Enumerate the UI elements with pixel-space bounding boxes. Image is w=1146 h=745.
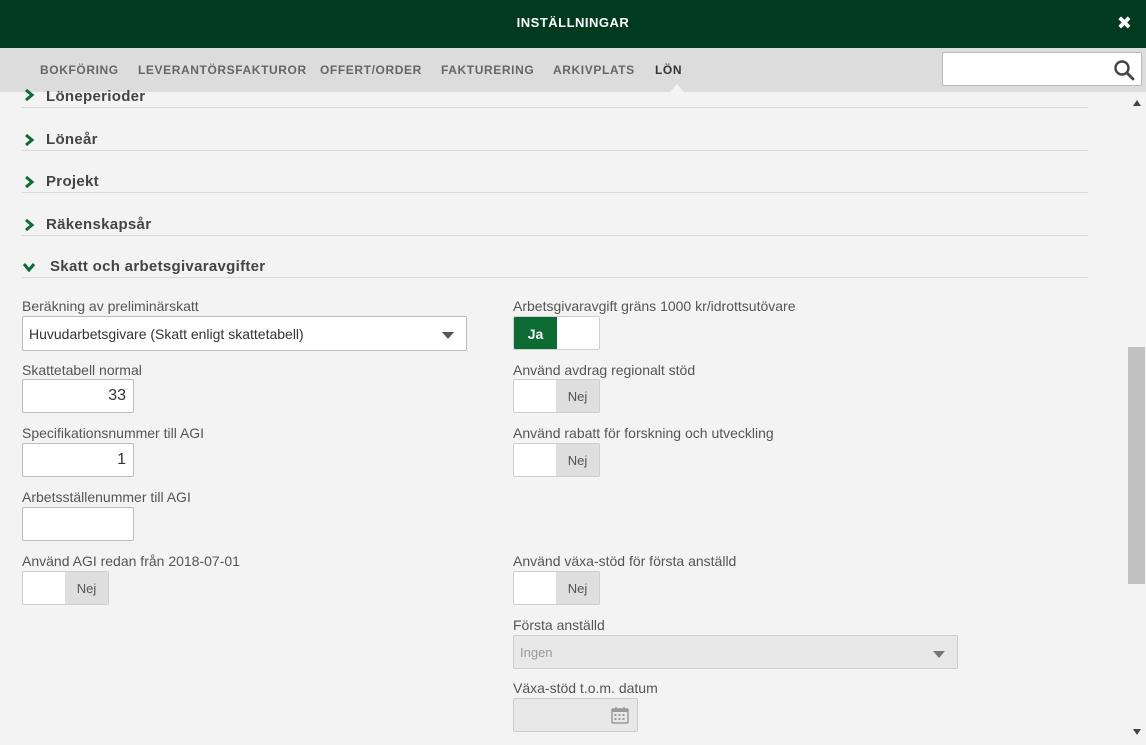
section-projekt[interactable]: Projekt <box>22 173 1088 193</box>
search-box <box>942 52 1142 86</box>
section-skatt-och-arbetsgivaravgifter[interactable]: Skatt och arbetsgivaravgifter <box>22 258 1088 278</box>
toggle-state: Ja <box>527 326 544 342</box>
vaxa-support-label: Använd växa-stöd för första anställd <box>513 553 737 569</box>
workplace-number-label: Arbetsställenummer till AGI <box>22 489 191 505</box>
tab-leverantorsfakturor[interactable]: LEVERANTÖRSFAKTUROR <box>138 63 307 77</box>
chevron-right-icon <box>25 175 35 189</box>
title-bar: INSTÄLLNINGAR ✖ <box>0 0 1146 48</box>
spec-number-input[interactable] <box>23 444 133 476</box>
chevron-right-icon <box>25 88 35 102</box>
vertical-scrollbar[interactable] <box>1127 92 1146 745</box>
dropdown-arrow-icon <box>442 332 454 339</box>
vaxa-until-date-input <box>513 698 638 732</box>
section-loneperioder[interactable]: Löneperioder <box>22 88 1088 108</box>
research-discount-toggle[interactable]: Nej <box>513 443 600 477</box>
tab-arkivplats[interactable]: ARKIVPLATS <box>553 63 635 77</box>
tax-table-label: Skattetabell normal <box>22 362 142 378</box>
scroll-up-arrow-icon[interactable] <box>1133 100 1141 106</box>
scrollbar-thumb[interactable] <box>1128 347 1145 584</box>
vaxa-support-toggle[interactable]: Nej <box>513 571 600 605</box>
toggle-state: Nej <box>76 581 97 596</box>
prelim-tax-value: Huvudarbetsgivare (Skatt enligt skatteta… <box>29 326 304 342</box>
vaxa-until-label: Växa-stöd t.o.m. datum <box>513 680 658 696</box>
agi-from-label: Använd AGI redan från 2018-07-01 <box>22 553 240 569</box>
toggle-state: Nej <box>567 389 588 404</box>
chevron-right-icon <box>25 218 35 232</box>
scroll-down-arrow-icon[interactable] <box>1133 729 1141 735</box>
dropdown-arrow-icon <box>933 651 945 658</box>
employer-fee-limit-toggle[interactable]: Ja <box>513 316 600 350</box>
chevron-right-icon <box>25 133 35 147</box>
section-label: Löneperioder <box>46 88 146 105</box>
prelim-tax-select[interactable]: Huvudarbetsgivare (Skatt enligt skatteta… <box>22 316 467 351</box>
search-icon[interactable] <box>1113 59 1135 81</box>
spec-number-label: Specifikationsnummer till AGI <box>22 425 205 441</box>
employer-fee-limit-label: Arbetsgivaravgift gräns 1000 kr/idrottsu… <box>513 298 796 314</box>
section-rakenskapsar[interactable]: Räkenskapsår <box>22 216 1088 236</box>
section-lonear[interactable]: Löneår <box>22 131 1088 151</box>
search-input[interactable] <box>943 53 1103 85</box>
research-discount-label: Använd rabatt för forskning och utveckli… <box>513 425 774 441</box>
first-employee-select: Ingen <box>513 635 958 669</box>
calendar-icon <box>611 707 629 724</box>
close-icon[interactable]: ✖ <box>1117 13 1132 34</box>
tax-table-input[interactable] <box>23 380 133 412</box>
agi-from-toggle[interactable]: Nej <box>22 571 109 605</box>
toggle-state: Nej <box>567 453 588 468</box>
workplace-number-field <box>22 507 134 541</box>
chevron-down-icon <box>22 263 36 273</box>
section-label: Skatt och arbetsgivaravgifter <box>50 258 266 275</box>
tax-table-field <box>22 379 134 413</box>
tab-bokforing[interactable]: BOKFÖRING <box>40 63 119 77</box>
regional-support-label: Använd avdrag regionalt stöd <box>513 362 696 378</box>
workplace-number-input[interactable] <box>23 508 133 540</box>
dialog-title: INSTÄLLNINGAR <box>516 15 630 30</box>
section-label: Löneår <box>46 131 98 148</box>
first-employee-value: Ingen <box>520 645 553 660</box>
regional-support-toggle[interactable]: Nej <box>513 379 600 413</box>
tab-offert-order[interactable]: OFFERT/ORDER <box>320 63 422 77</box>
section-label: Projekt <box>46 173 99 190</box>
spec-number-field <box>22 443 134 477</box>
section-label: Räkenskapsår <box>46 216 152 233</box>
tab-lon[interactable]: LÖN <box>655 63 682 77</box>
toggle-state: Nej <box>567 581 588 596</box>
first-employee-label: Första anställd <box>513 617 605 633</box>
tab-fakturering[interactable]: FAKTURERING <box>441 63 534 77</box>
prelim-tax-label: Beräkning av preliminärskatt <box>22 298 199 314</box>
